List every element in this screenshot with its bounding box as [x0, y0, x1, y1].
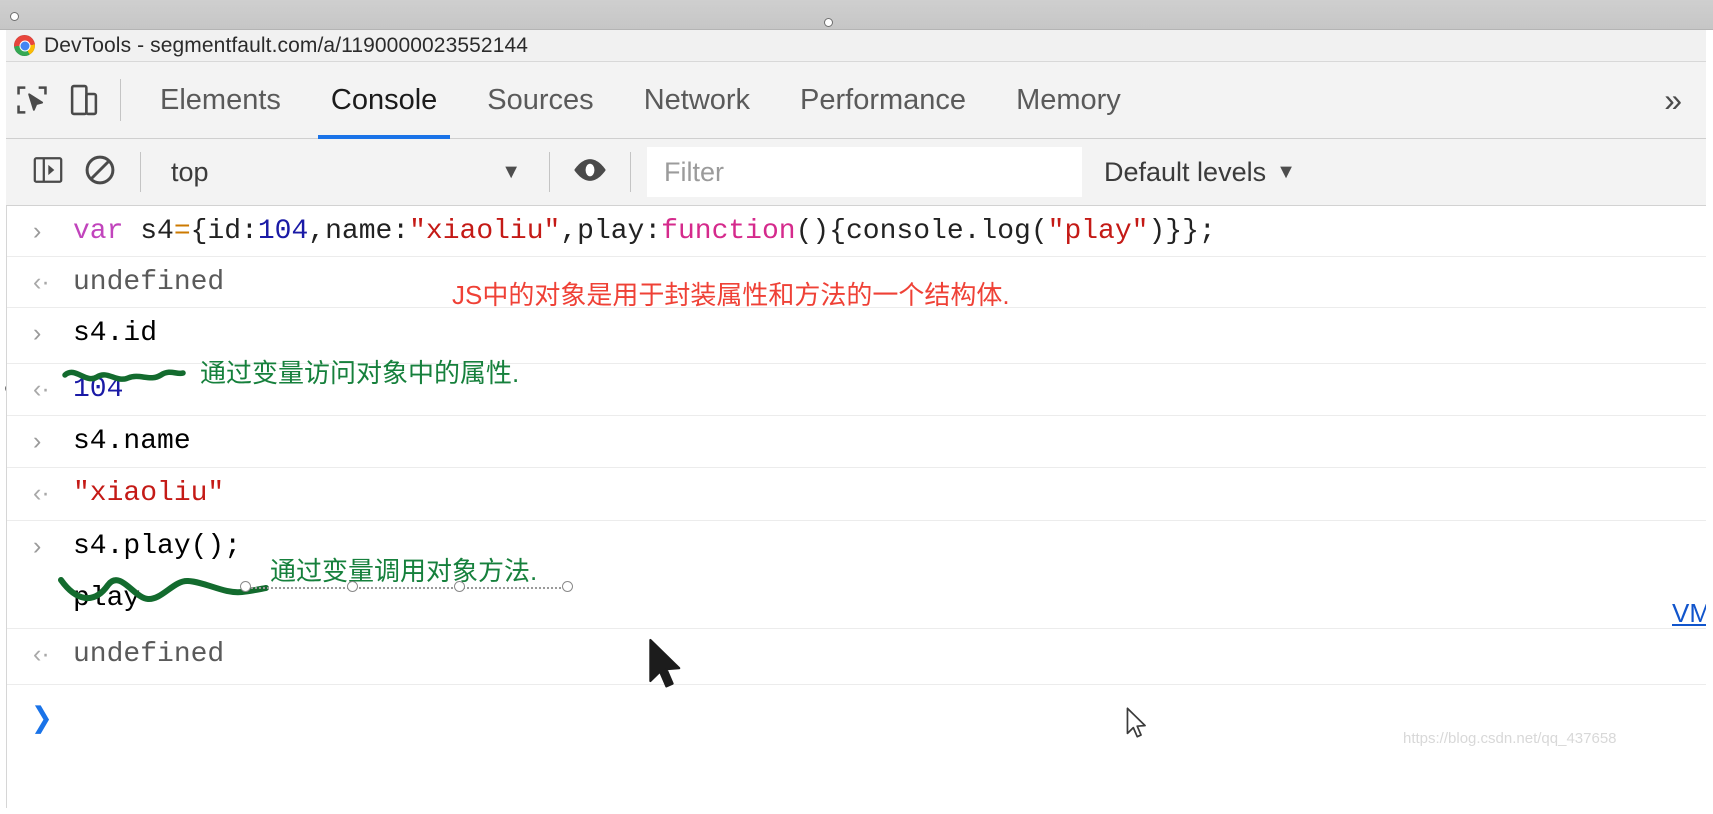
- window-title: DevTools - segmentfault.com/a/1190000023…: [44, 33, 529, 57]
- console-result: "xiaoliu": [73, 478, 225, 509]
- console-row[interactable]: › var s4={id:104,name:"xiaoliu",play:fun…: [7, 206, 1706, 257]
- toolbar-divider: [120, 79, 121, 121]
- row-marker: ‹·: [33, 479, 50, 507]
- console-row[interactable]: › s4.play();: [7, 521, 1706, 573]
- window-titlebar: DevTools - segmentfault.com/a/1190000023…: [6, 30, 1706, 62]
- tab-elements[interactable]: Elements: [135, 62, 306, 139]
- console-prompt-caret: ❯: [31, 700, 53, 734]
- device-toolbar-button[interactable]: [58, 62, 110, 139]
- console-row[interactable]: ‹· undefined: [7, 629, 1706, 685]
- clear-console-button[interactable]: [74, 139, 126, 206]
- tab-console-label: Console: [330, 83, 438, 116]
- console-expression: var s4={id:104,name:"xiaoliu",play:funct…: [73, 216, 1216, 247]
- tab-network[interactable]: Network: [619, 62, 775, 139]
- log-levels-selector[interactable]: Default levels ▼: [1104, 157, 1296, 188]
- tab-memory-label: Memory: [1016, 83, 1121, 116]
- console-expression: s4.play();: [73, 531, 242, 562]
- row-marker: ›: [33, 427, 42, 455]
- console-result: undefined: [73, 639, 225, 670]
- console-expression: s4.name: [73, 426, 191, 457]
- chevron-down-icon: ▼: [1276, 160, 1296, 183]
- row-marker: ‹·: [33, 640, 50, 668]
- device-toolbar-icon: [65, 81, 103, 119]
- row-marker: ›: [33, 217, 42, 245]
- inspect-element-button[interactable]: [6, 62, 58, 139]
- console-sidebar-button[interactable]: [22, 139, 74, 206]
- chrome-logo-icon: [14, 35, 35, 56]
- console-toolbar-divider-1: [140, 152, 141, 192]
- devtools-window: DevTools - segmentfault.com/a/1190000023…: [0, 0, 1713, 814]
- more-tabs-button[interactable]: »: [1664, 62, 1682, 139]
- execution-context-selector[interactable]: top ▼: [155, 139, 535, 206]
- tab-memory[interactable]: Memory: [991, 62, 1146, 139]
- console-sidebar-icon: [30, 152, 66, 193]
- filter-input-wrapper[interactable]: [647, 147, 1082, 197]
- tab-network-label: Network: [643, 83, 751, 116]
- console-toolbar-divider-2: [549, 152, 550, 192]
- tab-console[interactable]: Console: [306, 62, 462, 139]
- console-result: 104: [73, 374, 124, 405]
- row-marker: ›: [33, 319, 42, 347]
- tab-performance-label: Performance: [800, 83, 967, 116]
- window-drag-strip: [0, 0, 1713, 30]
- console-toolbar-divider-3: [630, 152, 631, 192]
- execution-context-value: top: [171, 156, 209, 187]
- window-resize-handle-top[interactable]: [824, 18, 833, 27]
- row-marker: ‹·: [33, 375, 50, 403]
- tab-sources[interactable]: Sources: [462, 62, 618, 139]
- tab-sources-label: Sources: [487, 83, 594, 116]
- console-prompt-row[interactable]: [7, 685, 1706, 736]
- watermark-text: https://blog.csdn.net/qq_437658: [1403, 730, 1617, 747]
- console-row[interactable]: ‹· "xiaoliu": [7, 468, 1706, 521]
- row-marker: ‹·: [33, 268, 50, 296]
- row-marker: ›: [33, 532, 42, 560]
- console-expression: s4.id: [73, 318, 158, 349]
- console-row[interactable]: ‹· 104: [7, 364, 1706, 416]
- tab-elements-label: Elements: [160, 83, 281, 116]
- tab-performance[interactable]: Performance: [775, 62, 991, 139]
- live-expression-eye-icon: [570, 154, 610, 191]
- window-right-edge: [1706, 30, 1713, 814]
- console-row[interactable]: › s4.id: [7, 308, 1706, 364]
- inspect-element-icon: [13, 81, 51, 119]
- console-toolbar: top ▼ Default levels ▼: [6, 139, 1706, 206]
- console-log-output: play: [73, 583, 141, 614]
- console-result: undefined: [73, 267, 225, 298]
- console-message-list[interactable]: › var s4={id:104,name:"xiaoliu",play:fun…: [6, 206, 1706, 808]
- clear-console-icon: [82, 152, 118, 193]
- window-resize-handle-top-left[interactable]: [10, 12, 19, 21]
- console-row[interactable]: play: [7, 573, 1706, 629]
- chevron-double-right-icon: »: [1664, 81, 1682, 118]
- console-row[interactable]: ‹· undefined: [7, 257, 1706, 308]
- log-levels-label: Default levels: [1104, 156, 1267, 187]
- devtools-tabbar: Elements Console Sources Network Perform…: [6, 62, 1706, 139]
- filter-input[interactable]: [664, 156, 1081, 188]
- chevron-down-icon: ▼: [501, 160, 521, 183]
- live-expression-button[interactable]: [564, 139, 616, 206]
- console-row[interactable]: › s4.name: [7, 416, 1706, 468]
